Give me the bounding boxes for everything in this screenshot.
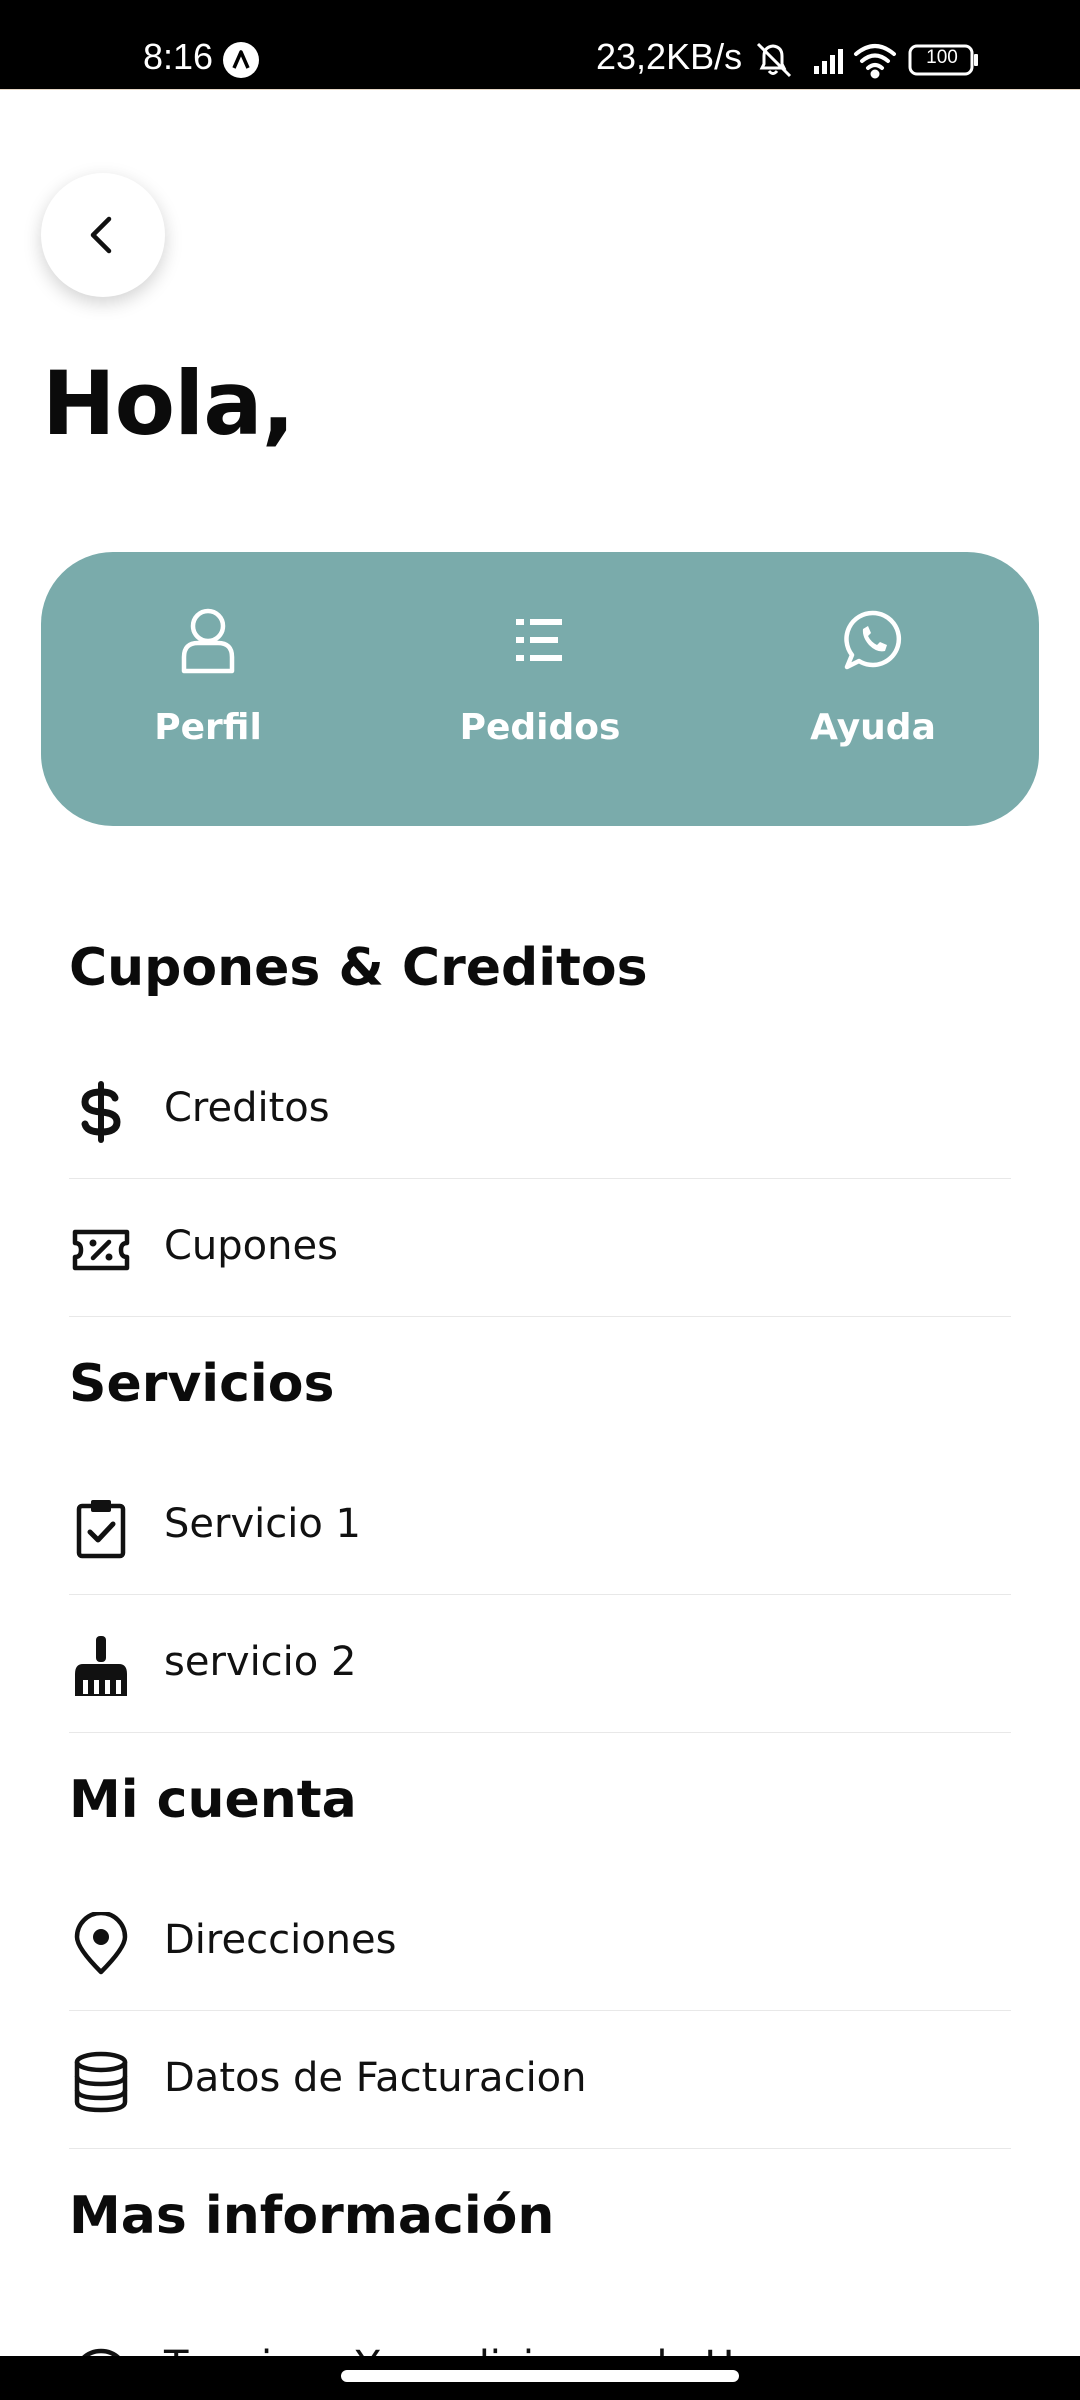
database-icon xyxy=(74,2051,128,2113)
menu-item-servicio-2[interactable]: servicio 2 xyxy=(69,1596,1011,1733)
menu-item-servicio-1[interactable]: Servicio 1 xyxy=(69,1458,1011,1595)
menu-item-label: Datos de Facturacion xyxy=(164,2055,587,2101)
menu-item-creditos[interactable]: Creditos xyxy=(69,1042,1011,1179)
quick-action-label: Ayuda xyxy=(810,707,936,748)
quick-actions-card: Perfil Pedidos Ayuda xyxy=(41,552,1039,826)
section-title-mas-informacion: Mas información xyxy=(69,2186,555,2246)
quick-action-label: Perfil xyxy=(154,707,262,748)
app-notification-icon xyxy=(223,42,259,78)
chevron-left-icon xyxy=(90,216,112,254)
quick-action-label: Pedidos xyxy=(459,707,621,748)
battery-level: 100 xyxy=(926,47,958,68)
back-button[interactable] xyxy=(41,173,165,297)
menu-item-label: Servicio 1 xyxy=(164,1501,361,1547)
status-divider xyxy=(0,89,1080,90)
ticket-percent-icon xyxy=(72,1229,130,1271)
section-title-mi-cuenta: Mi cuenta xyxy=(69,1770,357,1830)
status-icons: 100 xyxy=(754,38,1004,87)
home-indicator[interactable] xyxy=(341,2370,739,2382)
menu-item-label: Creditos xyxy=(164,1085,330,1131)
page-title: Hola, xyxy=(42,352,295,455)
menu-item-label: Cupones xyxy=(164,1223,338,1269)
wifi-icon xyxy=(854,44,896,79)
clipboard-check-icon xyxy=(76,1500,126,1559)
system-nav-bar xyxy=(0,2356,1080,2400)
network-speed: 23,2KB/s xyxy=(596,36,743,77)
menu-item-datos-facturacion[interactable]: Datos de Facturacion xyxy=(69,2012,1011,2149)
list-icon xyxy=(516,619,562,661)
menu-item-cupones[interactable]: Cupones xyxy=(69,1180,1011,1317)
menu-item-label: Direcciones xyxy=(164,1917,397,1963)
section-title-cupones-creditos: Cupones & Creditos xyxy=(69,938,648,998)
quick-action-pedidos[interactable]: Pedidos xyxy=(440,552,640,826)
notifications-muted-icon xyxy=(756,42,792,78)
menu-item-direcciones[interactable]: Direcciones xyxy=(69,1874,1011,2011)
menu-item-label: servicio 2 xyxy=(164,1639,357,1685)
status-time: 8:16 xyxy=(143,36,214,77)
user-icon xyxy=(181,608,235,674)
broom-icon xyxy=(75,1636,127,1696)
quick-action-perfil[interactable]: Perfil xyxy=(108,552,308,826)
section-title-servicios: Servicios xyxy=(69,1354,335,1414)
dollar-icon xyxy=(81,1081,121,1143)
whatsapp-icon xyxy=(844,610,902,670)
signal-icon xyxy=(814,49,843,74)
status-bar: 8:16 23,2KB/s 100 xyxy=(0,0,1080,90)
map-pin-icon xyxy=(74,1912,128,1975)
quick-action-ayuda[interactable]: Ayuda xyxy=(773,552,973,826)
